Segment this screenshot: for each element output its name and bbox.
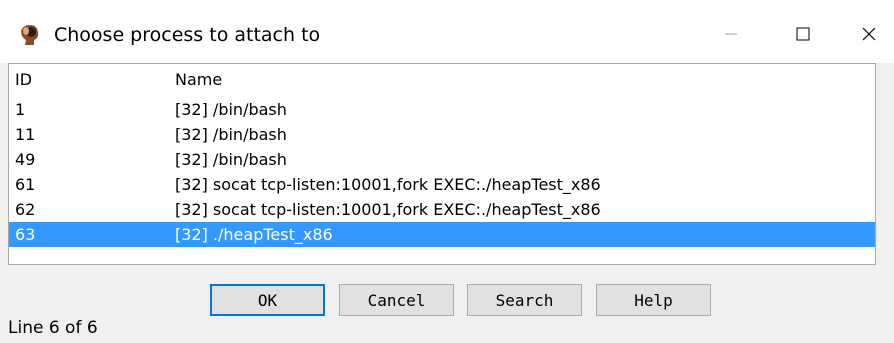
process-list[interactable]: ID Name 1 [32] /bin/bash 11 [32] /bin/ba… — [8, 63, 876, 265]
list-header[interactable]: ID Name — [9, 67, 875, 92]
maximize-button[interactable] — [778, 16, 828, 52]
column-header-name[interactable]: Name — [175, 70, 222, 89]
process-row[interactable]: 61 [32] socat tcp-listen:10001,fork EXEC… — [9, 172, 875, 197]
process-row[interactable]: 49 [32] /bin/bash — [9, 147, 875, 172]
process-name: [32] /bin/bash — [175, 125, 287, 144]
process-id: 49 — [15, 150, 36, 169]
column-header-id[interactable]: ID — [15, 70, 32, 89]
help-button[interactable]: Help — [596, 284, 711, 316]
attach-process-dialog: Choose process to attach to ID Name 1 [3… — [0, 0, 894, 343]
process-row[interactable]: 62 [32] socat tcp-listen:10001,fork EXEC… — [9, 197, 875, 222]
minimize-icon — [725, 33, 737, 35]
process-id: 62 — [15, 200, 36, 219]
process-row[interactable]: 1 [32] /bin/bash — [9, 97, 875, 122]
close-icon — [862, 27, 876, 41]
status-line: Line 6 of 6 — [8, 318, 98, 338]
process-name: [32] socat tcp-listen:10001,fork EXEC:./… — [175, 200, 601, 219]
process-id: 61 — [15, 175, 36, 194]
cancel-button[interactable]: Cancel — [339, 284, 454, 316]
process-name: [32] /bin/bash — [175, 100, 287, 119]
minimize-button[interactable] — [706, 16, 756, 52]
process-name: [32] socat tcp-listen:10001,fork EXEC:./… — [175, 175, 601, 194]
close-button[interactable] — [844, 16, 894, 52]
process-id: 1 — [15, 100, 26, 119]
process-row-selected[interactable]: 63 [32] ./heapTest_x86 — [9, 222, 875, 247]
app-icon — [17, 23, 41, 47]
search-button[interactable]: Search — [467, 284, 582, 316]
process-row[interactable]: 11 [32] /bin/bash — [9, 122, 875, 147]
process-name: [32] ./heapTest_x86 — [175, 225, 333, 244]
process-name: [32] /bin/bash — [175, 150, 287, 169]
process-id: 11 — [15, 125, 36, 144]
ok-button[interactable]: OK — [210, 284, 325, 316]
dialog-title: Choose process to attach to — [54, 24, 321, 46]
maximize-icon — [796, 27, 810, 41]
process-id: 63 — [15, 225, 36, 244]
title-bar: Choose process to attach to — [0, 0, 894, 63]
